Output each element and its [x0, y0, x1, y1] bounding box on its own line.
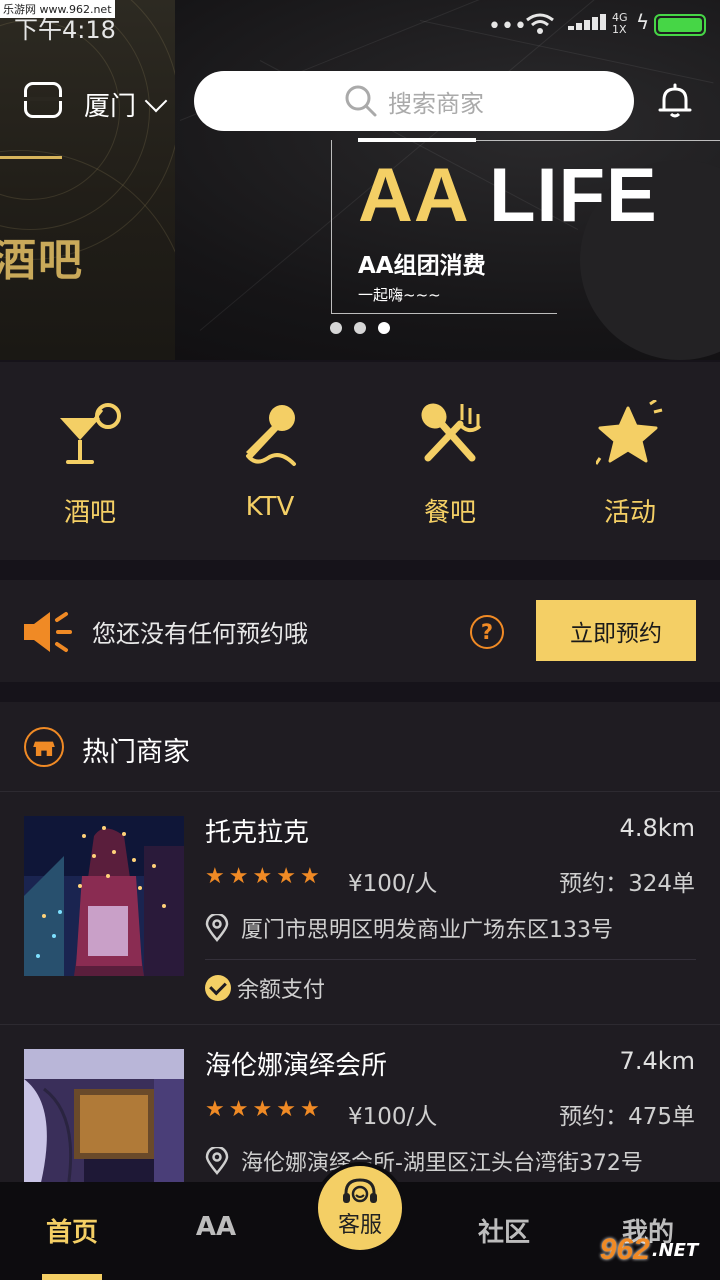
category-bar[interactable]: 酒吧 [0, 362, 180, 560]
category-label: 活动 [603, 498, 656, 528]
headset-icon [343, 1178, 377, 1203]
check-circle-icon [205, 975, 231, 1001]
utensils-icon [421, 403, 482, 462]
search-placeholder: 搜索商家 [388, 89, 484, 118]
more-dots-icon: ••• [488, 14, 527, 39]
merchant-address: 海伦娜演绎会所-湖里区江头台湾街372号 [241, 1151, 643, 1176]
star-icon: ★ [276, 864, 296, 889]
divider [205, 959, 696, 960]
merchant-price: ¥100/人 [348, 1104, 438, 1130]
merchant-card[interactable]: 托克拉克 4.8km ★ ★ ★ ★ ★ ¥100/人 预约：324单 厦门市思明区明发… [0, 792, 720, 1025]
payment-tag: 余额支付 [205, 972, 325, 1004]
payment-label: 余额支付 [237, 978, 326, 1003]
location-pin-icon [205, 1147, 229, 1175]
help-icon[interactable]: ? [470, 615, 504, 649]
star-icon: ★ [276, 1097, 296, 1122]
cocktail-icon [60, 403, 121, 464]
banner-side-text: 酒吧 [0, 235, 84, 286]
rating-stars: ★ ★ ★ ★ ★ [205, 866, 320, 888]
carousel-dot[interactable] [330, 322, 342, 334]
merchant-photo [24, 816, 184, 976]
service-label: 客服 [337, 1213, 382, 1238]
customer-service-button[interactable]: 客服 [314, 1162, 406, 1254]
status-bar: 下午4:18 乐游网 www.962.net ••• 4G 1X ϟ [0, 0, 720, 50]
tab-home[interactable]: 首页 [22, 1212, 122, 1249]
star-icon [596, 400, 663, 465]
merchant-name: 海伦娜演绎会所 [205, 1051, 388, 1081]
merchant-address-row: 海伦娜演绎会所-湖里区江头台湾街372号 [205, 1145, 643, 1177]
city-name: 厦门 [84, 92, 137, 122]
chevron-down-icon [144, 89, 168, 112]
wifi-icon [526, 13, 554, 34]
banner-headline: AA LIFE [358, 153, 658, 238]
active-tab-indicator [42, 1274, 102, 1280]
merchant-distance: 7.4km [619, 1047, 695, 1075]
carousel-dot[interactable] [354, 322, 366, 334]
hot-merchants-section: 热门商家 托克拉克 4.8km ★★★★★ ¥100/人 预约：324单 [0, 702, 720, 1258]
section-title: 热门商家 [82, 737, 190, 768]
logo-suffix: .NET [651, 1239, 699, 1261]
speaker-icon [24, 612, 72, 652]
star-icon: ★ [252, 864, 273, 889]
tab-aa[interactable]: AA [166, 1212, 266, 1242]
hero-banner[interactable]: 酒吧 AA LIFE AA组团消费 一起嗨~~~ [0, 0, 720, 360]
category-events[interactable]: 活动 [540, 362, 720, 560]
star-icon: ★ [228, 1097, 249, 1122]
category-label: 酒吧 [63, 498, 116, 528]
banner-side-slide: 酒吧 [0, 0, 175, 360]
star-icon: ★ [228, 864, 249, 889]
merchant-distance: 4.8km [619, 814, 695, 842]
merchant-name: 托克拉克 [205, 818, 310, 848]
site-logo: 962 .NET [584, 1228, 714, 1272]
star-icon: ★ [252, 1097, 273, 1122]
location-pin-icon [205, 914, 229, 942]
shop-icon [24, 727, 64, 767]
scan-menu-button[interactable] [24, 82, 62, 118]
network-type: 4G 1X [612, 11, 628, 36]
merchant-orders: 预约：324单 [559, 871, 695, 897]
search-icon [345, 85, 377, 117]
tab-community[interactable]: 社区 [454, 1212, 554, 1249]
battery-icon [654, 14, 706, 36]
category-label: 餐吧 [423, 498, 476, 528]
merchant-orders: 预约：475单 [559, 1104, 695, 1130]
banner-tagline: 一起嗨~~~ [358, 286, 441, 304]
bell-icon[interactable] [656, 82, 694, 120]
search-input[interactable]: 搜索商家 [194, 71, 634, 131]
charging-icon: ϟ [636, 10, 650, 34]
star-icon: ★ [205, 1097, 225, 1122]
merchant-address-row: 厦门市思明区明发商业广场东区133号 [205, 912, 613, 944]
category-dining[interactable]: 餐吧 [360, 362, 540, 560]
merchant-address: 厦门市思明区明发商业广场东区133号 [241, 918, 613, 943]
merchant-price: ¥100/人 [348, 871, 438, 897]
category-ktv[interactable]: KTV [180, 362, 360, 560]
microphone-icon [246, 405, 296, 466]
star-icon: ★ [299, 864, 320, 889]
banner-side-accent [0, 156, 62, 159]
category-label: KTV [245, 492, 295, 522]
carousel-dots[interactable] [330, 322, 390, 334]
reservation-panel: 您还没有任何预约哦 ? 立即预约 [0, 580, 720, 682]
star-icon: ★ [299, 1097, 320, 1122]
signal-icon [568, 14, 606, 30]
section-header: 热门商家 [0, 702, 720, 792]
rating-stars: ★ ★ ★ ★ ★ [205, 1099, 320, 1121]
category-grid: 酒吧 KTV 餐吧 活动 [0, 362, 720, 560]
logo-brand: 962 [599, 1233, 650, 1266]
watermark: 乐游网 www.962.net [0, 0, 115, 18]
book-now-button[interactable]: 立即预约 [536, 600, 696, 661]
reservation-message: 您还没有任何预约哦 [92, 620, 308, 648]
city-selector[interactable]: 厦门 [84, 86, 168, 123]
carousel-dot-active[interactable] [378, 322, 390, 334]
banner-subtitle: AA组团消费 [358, 253, 486, 279]
star-icon: ★ [205, 864, 225, 889]
